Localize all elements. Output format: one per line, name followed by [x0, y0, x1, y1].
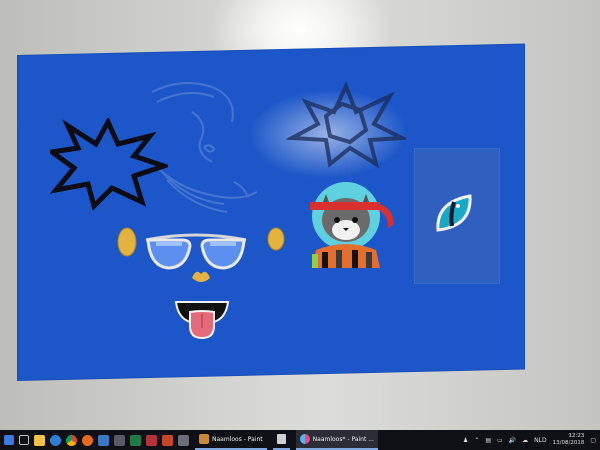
clock-date: 13/08/2018 — [552, 440, 585, 446]
taskbar-item-label: Naamloos - Paint — [212, 435, 263, 443]
calculator-icon — [276, 434, 286, 444]
taskbar-item-label: Naamloos* - Paint ... — [312, 435, 374, 443]
left-ear-shape[interactable] — [116, 226, 138, 258]
chevron-up-icon[interactable]: ⌃ — [474, 437, 479, 444]
task-view-icon[interactable] — [19, 435, 29, 445]
language-indicator[interactable]: NLD — [534, 437, 546, 444]
windows-taskbar: Naamloos - Paint Naamloos* - Paint ... ♟… — [0, 430, 600, 450]
tongue-mouth-sticker[interactable] — [174, 298, 230, 340]
firefox-icon[interactable] — [82, 434, 93, 446]
battery-icon[interactable]: ▭ — [497, 437, 503, 444]
media-icon[interactable] — [114, 434, 125, 446]
cat-eye-sticker[interactable] — [434, 192, 474, 234]
taskbar-item-calculator[interactable] — [272, 430, 290, 450]
edge-icon[interactable] — [50, 434, 61, 446]
photos-icon[interactable] — [178, 434, 189, 446]
access-icon[interactable] — [146, 434, 157, 446]
cat-sticker[interactable] — [308, 180, 408, 270]
monitor-screen — [0, 0, 600, 430]
nose-shape[interactable] — [190, 268, 212, 286]
file-explorer-icon[interactable] — [34, 434, 45, 446]
clock[interactable]: 12:23 13/08/2018 — [553, 433, 585, 447]
notification-icon[interactable]: ▢ — [590, 437, 596, 444]
network-icon[interactable]: ▤ — [485, 437, 491, 444]
star-burst-shape[interactable] — [50, 118, 168, 210]
onedrive-icon[interactable]: ☁ — [522, 437, 528, 444]
store-icon[interactable] — [98, 434, 109, 446]
windows-start-icon[interactable] — [4, 435, 14, 445]
paint3d-icon — [299, 434, 310, 444]
star-outline-shape[interactable] — [286, 82, 406, 168]
excel-icon[interactable] — [130, 434, 141, 446]
chrome-icon[interactable] — [66, 434, 77, 446]
clock-time: 12:23 — [568, 433, 585, 439]
powerpoint-icon[interactable] — [162, 434, 173, 446]
paint-icon — [199, 434, 209, 444]
people-icon[interactable]: ♟ — [463, 437, 468, 444]
sunglasses-sticker[interactable] — [142, 232, 250, 272]
taskbar-item-paint[interactable]: Naamloos - Paint — [195, 430, 267, 450]
volume-icon[interactable]: 🔊 — [509, 437, 516, 444]
system-tray: ♟ ⌃ ▤ ▭ 🔊 ☁ NLD 12:23 13/08/2018 ▢ — [463, 433, 600, 447]
taskbar-item-paint3d[interactable]: Naamloos* - Paint ... — [295, 430, 378, 450]
right-ear-shape[interactable] — [266, 226, 286, 252]
